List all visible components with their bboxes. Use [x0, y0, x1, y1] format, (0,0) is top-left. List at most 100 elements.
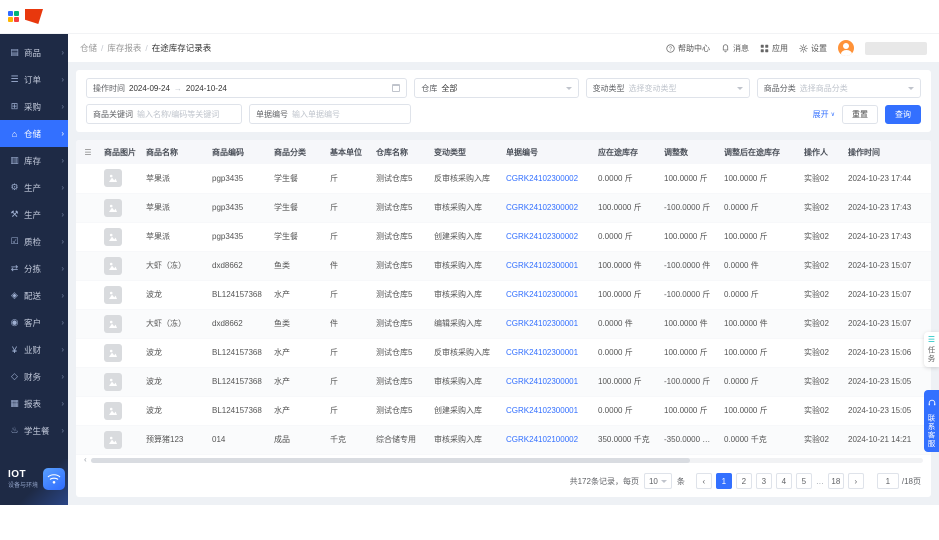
- apps-button[interactable]: 应用: [760, 43, 788, 54]
- table-row[interactable]: 预算猪123 014 成品 千克 综合储专用 审核采购入库 CGRK24102100002 3…: [76, 425, 931, 455]
- product-image-placeholder: [104, 285, 122, 304]
- report-icon: ▦: [10, 398, 19, 408]
- table-header-row: ☰ 商品图片 商品名称 商品编码 商品分类 基本单位 仓库名称 变动类型 单据编号 应在途库存 调整…: [76, 140, 931, 164]
- table-row[interactable]: 波龙 BL124157368 水产斤测试仓库5 审核采购入库 CGRK241023000…: [76, 280, 931, 310]
- document-number-link[interactable]: CGRK24102300001: [506, 319, 578, 328]
- scrollbar-track[interactable]: [90, 457, 923, 463]
- document-number-link[interactable]: CGRK24102300001: [506, 348, 578, 357]
- user-name-masked[interactable]: [865, 41, 927, 55]
- document-number-link[interactable]: CGRK24102300002: [506, 232, 578, 241]
- column-settings-button[interactable]: ☰: [76, 140, 100, 164]
- messages-button[interactable]: 消息: [721, 43, 749, 54]
- scrollbar-thumb[interactable]: [90, 457, 690, 463]
- sidebar-item-商品[interactable]: ▤ 商品 ›: [0, 39, 68, 66]
- prev-page-button[interactable]: ‹: [695, 473, 712, 489]
- breadcrumb-item[interactable]: 库存报表: [107, 43, 141, 53]
- product-image-cell: [100, 367, 142, 397]
- table-row[interactable]: 波龙 BL124157368 水产斤测试仓库5 反审核采购入库 CGRK24102300…: [76, 338, 931, 368]
- task-panel-tab[interactable]: ☰ 任务: [924, 332, 939, 367]
- pager-ellipsis[interactable]: …: [816, 477, 824, 486]
- table-row[interactable]: 大虾（冻） dxd8662 鱼类件测试仓库5 审核采购入库 CGRK2410230000…: [76, 251, 931, 281]
- cell-in-transit-after: 0.0000 斤: [720, 367, 800, 397]
- document-number-link[interactable]: CGRK24102300001: [506, 377, 578, 386]
- page-button-3[interactable]: 3: [755, 473, 772, 489]
- table-row[interactable]: 波龙 BL124157368 水产斤测试仓库5 创建采购入库 CGRK241023000…: [76, 396, 931, 426]
- next-page-button[interactable]: ›: [847, 473, 864, 489]
- document-number-link[interactable]: CGRK24102300001: [506, 290, 578, 299]
- reset-button[interactable]: 重置: [842, 104, 878, 124]
- product-category-select[interactable]: 商品分类 选择商品分类: [756, 78, 921, 98]
- sidebar-item-生产[interactable]: ⚒ 生产 ›: [0, 201, 68, 228]
- app-logo[interactable]: [8, 9, 43, 24]
- expand-filters-link[interactable]: 展开 ∨: [813, 109, 835, 120]
- cell-product-name: 苹果派: [142, 164, 208, 194]
- column-header: 基本单位: [326, 140, 372, 164]
- cell-warehouse-name: 测试仓库5: [372, 396, 430, 426]
- table-row[interactable]: 大虾（冻） dxd8662 鱼类件测试仓库5 编辑采购入库 CGRK2410230000…: [76, 309, 931, 339]
- cell-adjust-qty: 100.0000 斤: [660, 396, 720, 426]
- sidebar-item-业财[interactable]: ¥ 业财 ›: [0, 336, 68, 363]
- cell-in-transit-before: 100.0000 斤: [594, 280, 660, 310]
- page-button-5[interactable]: 5: [795, 473, 812, 489]
- chevron-right-icon: ›: [61, 291, 64, 300]
- table-row[interactable]: 波龙 BL124157368 水产斤测试仓库5 审核采购入库 CGRK241023000…: [76, 367, 931, 397]
- sidebar-item-仓储[interactable]: ⌂ 仓储 ›: [0, 120, 68, 147]
- cell-product-category: 成品: [270, 425, 326, 455]
- sidebar-item-质检[interactable]: ☑ 质检 ›: [0, 228, 68, 255]
- page-button-2[interactable]: 2: [735, 473, 752, 489]
- table-row[interactable]: 苹果派 pgp3435 学生餐斤测试仓库5 反审核采购入库 CGRK2410230000…: [76, 164, 931, 194]
- contact-support-tab[interactable]: 联系客服: [924, 390, 939, 452]
- document-number-link[interactable]: CGRK24102300001: [506, 406, 578, 415]
- cell-change-type: 审核采购入库: [430, 425, 502, 455]
- sidebar-item-采购[interactable]: ⊞ 采购 ›: [0, 93, 68, 120]
- cell-product-name: 预算猪123: [142, 425, 208, 455]
- in-transit-records-table: ☰ 商品图片 商品名称 商品编码 商品分类 基本单位 仓库名称 变动类型 单据编号 应在途库存 调整…: [76, 140, 931, 455]
- help-center-button[interactable]: ? 帮助中心: [666, 43, 710, 54]
- sidebar-item-生产[interactable]: ⚙ 生产 ›: [0, 174, 68, 201]
- chevron-right-icon: ›: [61, 210, 64, 219]
- table-row[interactable]: 苹果派 pgp3435 学生餐斤测试仓库5 审核采购入库 CGRK24102300002…: [76, 193, 931, 223]
- cell-operator: 实验02: [800, 396, 844, 426]
- cell-document-number: CGRK24102300002: [502, 222, 594, 252]
- breadcrumb-item[interactable]: 仓储: [80, 43, 97, 53]
- sidebar-item-学生餐[interactable]: ♨ 学生餐 ›: [0, 417, 68, 444]
- settings-button[interactable]: 设置: [799, 43, 827, 54]
- page-button-1[interactable]: 1: [715, 473, 732, 489]
- change-type-select[interactable]: 变动类型 选择变动类型: [585, 78, 750, 98]
- operation-time-range-picker[interactable]: 操作时间 2024-09-24 → 2024-10-24: [86, 78, 408, 98]
- document-number-link[interactable]: CGRK24102300002: [506, 203, 578, 212]
- cell-in-transit-before: 0.0000 斤: [594, 164, 660, 194]
- apps-icon: [760, 44, 769, 52]
- document-number-link[interactable]: CGRK24102300001: [506, 261, 578, 270]
- product-keyword-input[interactable]: 商品关键词 输入名称/编码等关键词: [86, 104, 242, 124]
- user-avatar[interactable]: [838, 40, 854, 56]
- sidebar-item-库存[interactable]: ▥ 库存 ›: [0, 147, 68, 174]
- document-number-input[interactable]: 单据编号 输入单据编号: [249, 104, 411, 124]
- column-header: 商品编码: [208, 140, 270, 164]
- sidebar-item-财务[interactable]: ◇ 财务 ›: [0, 363, 68, 390]
- page-jump-input[interactable]: 1: [876, 473, 899, 489]
- page-button-4[interactable]: 4: [775, 473, 792, 489]
- cell-basic-unit: 件: [326, 251, 372, 281]
- warehouse-select[interactable]: 仓库 全部: [414, 78, 579, 98]
- search-button[interactable]: 查询: [885, 104, 921, 124]
- page-size-select[interactable]: 10: [643, 473, 672, 489]
- product-image-placeholder: [104, 401, 122, 420]
- sidebar-item-客户[interactable]: ◉ 客户 ›: [0, 309, 68, 336]
- calendar-icon: [392, 84, 401, 92]
- cell-operator: 实验02: [800, 222, 844, 252]
- task-tab-label: 任务: [927, 346, 936, 363]
- sidebar-footer-iot[interactable]: IOT 设备与环境: [0, 459, 68, 505]
- document-number-link[interactable]: CGRK24102300002: [506, 174, 578, 183]
- sidebar-item-报表[interactable]: ▦ 报表 ›: [0, 390, 68, 417]
- sidebar-item-分拣[interactable]: ⇄ 分拣 ›: [0, 255, 68, 282]
- page-button-18[interactable]: 18: [827, 473, 844, 489]
- cell-adjust-qty: 100.0000 件: [660, 309, 720, 339]
- sidebar-item-配送[interactable]: ◈ 配送 ›: [0, 282, 68, 309]
- delivery-icon: ◈: [11, 290, 18, 300]
- scroll-left-arrow[interactable]: ‹: [84, 456, 87, 464]
- table-row[interactable]: 苹果派 pgp3435 学生餐斤测试仓库5 创建采购入库 CGRK24102300002…: [76, 222, 931, 252]
- document-number-link[interactable]: CGRK24102100002: [506, 435, 578, 444]
- chevron-right-icon: ›: [61, 264, 64, 273]
- sidebar-item-订单[interactable]: ☰ 订单 ›: [0, 66, 68, 93]
